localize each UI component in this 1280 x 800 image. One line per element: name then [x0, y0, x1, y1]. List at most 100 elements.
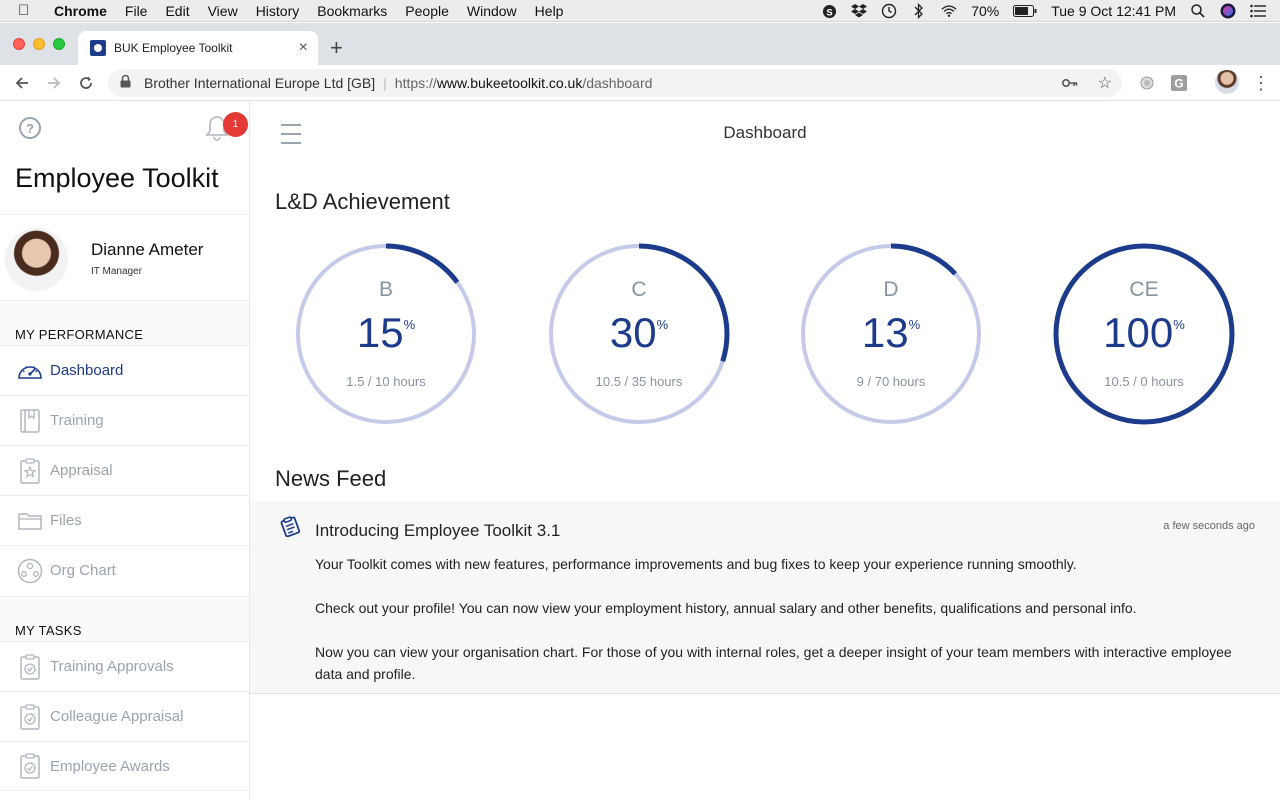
menu-bookmarks[interactable]: Bookmarks: [317, 3, 387, 19]
sidebar-item-appraisal[interactable]: Appraisal: [0, 445, 249, 495]
lock-icon[interactable]: [120, 74, 134, 91]
site-favicon-icon: [90, 40, 106, 56]
clipboard-check-icon: [16, 702, 44, 732]
achievement-ring-b[interactable]: B 15% 1.5 / 10 hours: [295, 243, 477, 425]
ring-percent-value: 13: [861, 309, 909, 356]
bookmark-star-icon[interactable]: ☆: [1098, 73, 1112, 93]
wifi-icon[interactable]: [941, 3, 957, 19]
section-title-tasks: MY TASKS: [15, 623, 82, 638]
ring-percent-value: 30: [609, 309, 657, 356]
percent-sign: %: [403, 317, 416, 332]
window-close-button[interactable]: [13, 38, 25, 50]
apple-icon[interactable]: : [18, 2, 38, 19]
spotlight-search-icon[interactable]: [1190, 3, 1206, 19]
svg-text:G: G: [1174, 77, 1183, 91]
sidebar-item-training[interactable]: Training: [0, 395, 249, 445]
achievement-ring-d[interactable]: D 13% 9 / 70 hours: [800, 243, 982, 425]
menu-people[interactable]: People: [405, 3, 449, 19]
ring-percent: 13%: [800, 309, 982, 357]
main-content: Dashboard L&D Achievement B 15% 1.5 / 10…: [250, 101, 1280, 800]
menu-edit[interactable]: Edit: [165, 3, 189, 19]
section-title-performance: MY PERFORMANCE: [15, 327, 144, 342]
sidebar-item-training-approvals[interactable]: Training Approvals: [0, 641, 249, 691]
sidebar-item-org-chart[interactable]: Org Chart: [0, 545, 249, 595]
user-role: IT Manager: [91, 266, 142, 277]
notification-center-icon[interactable]: [1250, 3, 1266, 19]
menu-app-name[interactable]: Chrome: [54, 3, 107, 19]
forward-button[interactable]: [42, 71, 66, 95]
dropbox-icon[interactable]: [851, 3, 868, 19]
ring-hours: 10.5 / 0 hours: [1104, 374, 1184, 389]
browser-tab-strip: BUK Employee Toolkit × +: [0, 23, 1280, 65]
sidebar-item-dashboard[interactable]: Dashboard: [0, 345, 249, 395]
ring-hours: 10.5 / 35 hours: [595, 374, 683, 389]
percent-sign: %: [1173, 317, 1185, 332]
ring-percent-value: 100: [1103, 309, 1174, 356]
address-bar[interactable]: Brother International Europe Ltd [GB] | …: [108, 69, 1122, 97]
url-path: /dashboard: [582, 75, 653, 91]
url-domain: www.bukeetoolkit.co.uk: [436, 75, 583, 91]
window-minimize-button[interactable]: [33, 38, 45, 50]
achievement-ring-ce[interactable]: CE 100% 10.5 / 0 hours: [1053, 243, 1235, 425]
menu-window[interactable]: Window: [467, 3, 517, 19]
skype-icon[interactable]: S: [821, 3, 837, 19]
menu-view[interactable]: View: [208, 3, 238, 19]
sidebar-item-label: Files: [50, 512, 82, 529]
ring-letter: B: [378, 278, 393, 301]
bluetooth-icon[interactable]: [911, 3, 927, 19]
ring-hours: 1.5 / 10 hours: [346, 374, 426, 389]
percent-sign: %: [656, 317, 669, 332]
ring-letter: C: [631, 278, 647, 301]
clipboard-check-icon: [16, 652, 44, 682]
ring-letter: D: [883, 278, 899, 301]
browser-tab[interactable]: BUK Employee Toolkit ×: [78, 31, 318, 65]
news-paragraph: Check out your profile! You can now view…: [315, 600, 1137, 616]
achievement-ring-c[interactable]: C 30% 10.5 / 35 hours: [548, 243, 730, 425]
key-icon[interactable]: [1061, 75, 1078, 91]
app-title: Employee Toolkit: [15, 163, 219, 193]
extension-circle-icon[interactable]: [1138, 74, 1156, 92]
sidebar-item-colleague-appraisal[interactable]: Colleague Appraisal: [0, 691, 249, 741]
menu-history[interactable]: History: [256, 3, 300, 19]
browser-menu-icon[interactable]: ⋮: [1252, 73, 1270, 94]
menu-help[interactable]: Help: [535, 3, 564, 19]
clipboard-check-icon: [16, 751, 44, 781]
time-machine-icon[interactable]: [881, 3, 897, 19]
menu-clock[interactable]: Tue 9 Oct 12:41 PM: [1051, 3, 1176, 19]
back-button[interactable]: [10, 71, 34, 95]
sidebar-item-label: Training Approvals: [50, 658, 174, 675]
tab-close-icon[interactable]: ×: [299, 39, 308, 57]
new-tab-button[interactable]: +: [330, 35, 343, 61]
browser-profile-avatar[interactable]: [1215, 70, 1239, 94]
extension-g-icon[interactable]: G: [1170, 74, 1188, 92]
ring-hours: 9 / 70 hours: [856, 374, 926, 389]
siri-icon[interactable]: [1220, 3, 1236, 19]
news-body: Your Toolkit comes with new features, pe…: [315, 553, 1255, 707]
sidebar-item-label: Employee Awards: [50, 757, 170, 775]
news-timestamp: a few seconds ago: [1163, 520, 1255, 532]
book-icon: [16, 406, 44, 436]
sidebar-item-label: Colleague Appraisal: [50, 708, 184, 725]
reload-button[interactable]: [74, 71, 98, 95]
browser-toolbar: Brother International Europe Ltd [GB] | …: [0, 65, 1280, 101]
news-item[interactable]: Introducing Employee Toolkit 3.1 a few s…: [250, 501, 1280, 694]
notification-badge[interactable]: 1: [223, 112, 248, 137]
sidebar-item-label: Org Chart: [50, 562, 116, 579]
news-title[interactable]: Introducing Employee Toolkit 3.1: [315, 521, 560, 541]
battery-icon[interactable]: [1013, 3, 1037, 19]
avatar[interactable]: [5, 228, 68, 291]
sidebar-item-employee-awards[interactable]: Employee Awards: [0, 741, 249, 791]
menu-file[interactable]: File: [125, 3, 148, 19]
battery-percent: 70%: [971, 3, 1000, 19]
ring-percent-value: 15: [356, 309, 404, 356]
site-organization: Brother International Europe Ltd [GB]: [144, 75, 376, 91]
tab-title: BUK Employee Toolkit: [114, 41, 233, 55]
user-name: Dianne Ameter: [91, 240, 204, 259]
user-profile-card[interactable]: Dianne Ameter IT Manager: [0, 214, 249, 301]
sidebar-item-files[interactable]: Files: [0, 495, 249, 545]
help-icon[interactable]: ?: [19, 117, 41, 139]
folder-icon: [16, 506, 44, 536]
mac-menu-bar:  Chrome File Edit View History Bookmark…: [0, 0, 1280, 22]
announcement-clipboard-icon: [279, 515, 301, 538]
window-zoom-button[interactable]: [53, 38, 65, 50]
